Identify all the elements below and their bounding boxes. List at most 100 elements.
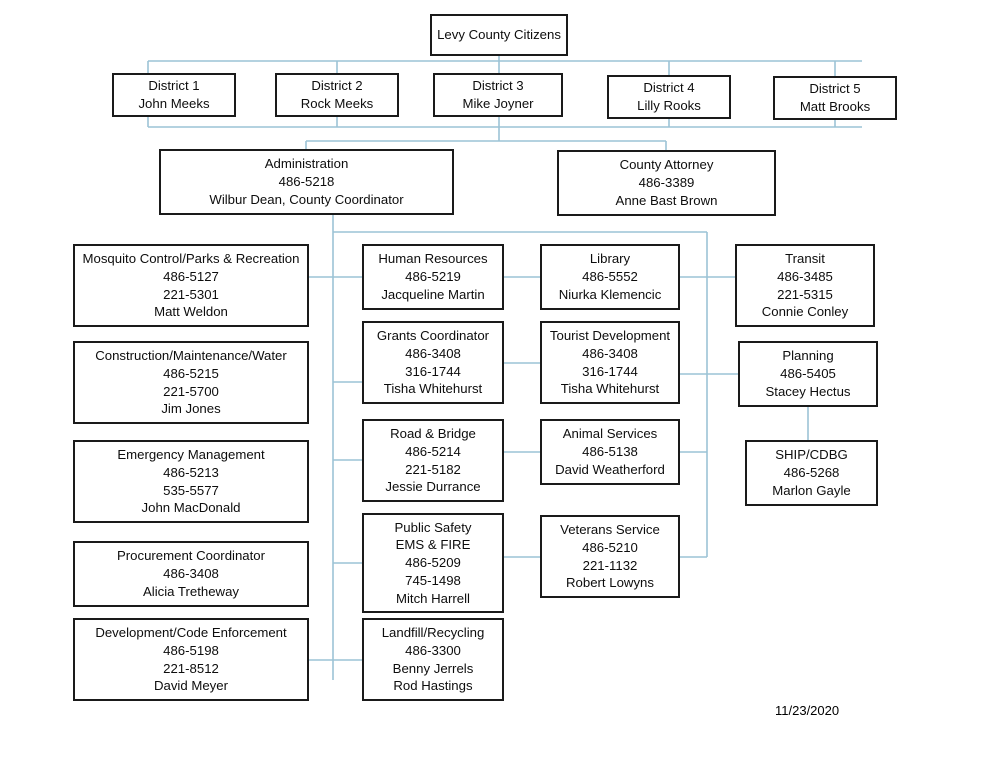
org-node-detail: 486-3389 [638, 175, 695, 191]
org-node-detail: 745-1498 [405, 572, 461, 588]
org-node-detail: Jessie Durrance [385, 479, 481, 495]
org-node-title: Veterans Service [560, 522, 660, 538]
org-node-levy-county-citizens[interactable]: Levy County Citizens [430, 14, 568, 56]
org-node-title: District 5 [809, 81, 861, 97]
org-node-detail: 486-5138 [582, 444, 638, 460]
org-node-detail: 486-3408 [163, 566, 219, 582]
org-node-detail: Jacqueline Martin [381, 286, 485, 302]
org-node-title: County Attorney [619, 157, 714, 173]
org-node-title: Procurement Coordinator [116, 548, 266, 564]
org-node-title: Public Safety [394, 519, 472, 535]
org-node-title: Construction/Maintenance/Water [95, 348, 287, 364]
org-node-mosquito-control-parks-recreation[interactable]: Mosquito Control/Parks & Recreation 486-5… [73, 244, 309, 327]
org-node-title: District 3 [472, 78, 524, 94]
org-node-emergency-management[interactable]: Emergency Management 486-5213 535-5577 John… [73, 440, 309, 523]
org-node-detail: 486-3485 [777, 268, 833, 284]
org-node-detail: 486-5210 [582, 539, 638, 555]
org-node-transit[interactable]: Transit 486-3485 221-5315 Connie Conley [735, 244, 875, 327]
org-node-detail: Niurka Klemencic [558, 286, 662, 302]
org-node-landfill-recycling[interactable]: Landfill/Recycling 486-3300 Benny Jerrels R… [362, 618, 504, 701]
org-node-detail: 221-8512 [163, 660, 219, 676]
org-node-planning[interactable]: Planning 486-5405 Stacey Hectus [738, 341, 878, 407]
org-node-detail: John MacDonald [141, 500, 241, 516]
org-node-animal-services[interactable]: Animal Services 486-5138 David Weatherford [540, 419, 680, 485]
org-node-construction-maintenance-water[interactable]: Construction/Maintenance/Water 486-5215 22… [73, 341, 309, 424]
org-node-title: Development/Code Enforcement [95, 625, 287, 641]
org-node-detail: Tisha Whitehurst [383, 381, 483, 397]
org-node-title: Tourist Development [549, 328, 671, 344]
org-node-title: Administration [264, 156, 349, 172]
org-node-ship-cdbg[interactable]: SHIP/CDBG 486-5268 Marlon Gayle [745, 440, 878, 506]
org-node-title: Planning [782, 348, 834, 364]
org-node-detail: Rock Meeks [300, 96, 374, 111]
org-node-detail: 486-5198 [163, 642, 219, 658]
org-node-title: District 4 [643, 80, 695, 96]
org-chart-canvas: Levy County Citizens District 1 John Meeks… [0, 0, 990, 765]
org-node-detail: 316-1744 [405, 363, 461, 379]
org-node-public-safety[interactable]: Public Safety EMS & FIRE 486-5209 745-1498 M… [362, 513, 504, 613]
org-node-detail: 486-5209 [405, 555, 461, 571]
org-node-detail: Anne Bast Brown [615, 192, 718, 208]
org-node-human-resources[interactable]: Human Resources 486-5219 Jacqueline Martin [362, 244, 504, 310]
org-node-title: District 1 [148, 78, 200, 94]
org-node-detail: 486-5215 [163, 365, 219, 381]
org-node-detail: David Meyer [153, 678, 229, 694]
org-node-tourist-development[interactable]: Tourist Development 486-3408 316-1744 Tisha… [540, 321, 680, 404]
org-node-detail: Benny Jerrels [392, 660, 474, 676]
org-node-county-attorney[interactable]: County Attorney 486-3389 Anne Bast Brown [557, 150, 776, 216]
org-node-district-1[interactable]: District 1 John Meeks [112, 73, 236, 117]
org-node-detail: 221-1132 [582, 557, 638, 573]
org-node-title: Road & Bridge [390, 426, 476, 442]
org-node-development-code-enforcement[interactable]: Development/Code Enforcement 486-5198 221-… [73, 618, 309, 701]
org-node-detail: Connie Conley [761, 304, 849, 320]
org-node-title: Levy County Citizens [437, 27, 561, 43]
org-node-detail: 221-5182 [405, 461, 461, 477]
org-node-library[interactable]: Library 486-5552 Niurka Klemencic [540, 244, 680, 310]
org-node-detail: 486-5218 [278, 174, 335, 190]
org-node-detail: 221-5315 [777, 286, 833, 302]
org-node-detail: John Meeks [138, 96, 210, 111]
org-node-detail: 316-1744 [582, 363, 638, 379]
org-node-detail: Alicia Tretheway [142, 583, 239, 599]
org-node-district-4[interactable]: District 4 Lilly Rooks [607, 75, 731, 119]
org-node-district-3[interactable]: District 3 Mike Joyner [433, 73, 563, 117]
org-node-detail: Stacey Hectus [765, 383, 851, 399]
org-node-title: Mosquito Control/Parks & Recreation [82, 251, 300, 267]
org-node-detail: 486-5268 [783, 465, 840, 481]
org-node-detail: EMS & FIRE [395, 537, 471, 553]
org-node-title: Library [589, 251, 631, 267]
org-node-detail: Tisha Whitehurst [560, 381, 660, 397]
org-node-detail: Robert Lowyns [566, 575, 654, 591]
org-node-title: Grants Coordinator [376, 328, 490, 344]
org-node-detail: 486-5405 [780, 366, 836, 382]
org-node-detail: 535-5577 [163, 482, 219, 498]
org-node-detail: David Weatherford [555, 461, 665, 477]
org-node-detail: Jim Jones [161, 401, 221, 417]
org-node-detail: Mike Joyner [462, 96, 534, 111]
org-node-detail: 221-5700 [163, 383, 219, 399]
org-node-detail: Wilbur Dean, County Coordinator [209, 191, 404, 207]
org-node-title: Emergency Management [117, 447, 265, 463]
org-node-detail: 486-5219 [405, 269, 461, 285]
org-node-district-5[interactable]: District 5 Matt Brooks [773, 76, 897, 120]
org-node-grants-coordinator[interactable]: Grants Coordinator 486-3408 316-1744 Tisha … [362, 321, 504, 404]
org-node-detail: 486-5213 [163, 464, 219, 480]
org-node-detail: Matt Weldon [154, 304, 228, 320]
org-node-administration[interactable]: Administration 486-5218 Wilbur Dean, Count… [159, 149, 454, 215]
org-node-title: Human Resources [378, 251, 488, 267]
org-node-title: Landfill/Recycling [381, 625, 485, 641]
org-node-detail: 486-3408 [582, 345, 638, 361]
org-node-veterans-service[interactable]: Veterans Service 486-5210 221-1132 Robert L… [540, 515, 680, 598]
org-node-procurement-coordinator[interactable]: Procurement Coordinator 486-3408 Alicia Tr… [73, 541, 309, 607]
org-node-road-and-bridge[interactable]: Road & Bridge 486-5214 221-5182 Jessie Durr… [362, 419, 504, 502]
org-node-title: District 2 [311, 78, 363, 94]
org-node-detail: Mitch Harrell [395, 590, 470, 606]
org-node-district-2[interactable]: District 2 Rock Meeks [275, 73, 399, 117]
org-node-detail: Matt Brooks [799, 99, 871, 114]
date-stamp: 11/23/2020 [775, 703, 840, 718]
org-node-detail: 486-5127 [163, 268, 219, 284]
org-node-detail: 486-5214 [405, 443, 461, 459]
org-node-detail: 486-5552 [582, 269, 638, 285]
org-node-title: SHIP/CDBG [775, 447, 848, 463]
org-node-detail: 221-5301 [163, 286, 219, 302]
